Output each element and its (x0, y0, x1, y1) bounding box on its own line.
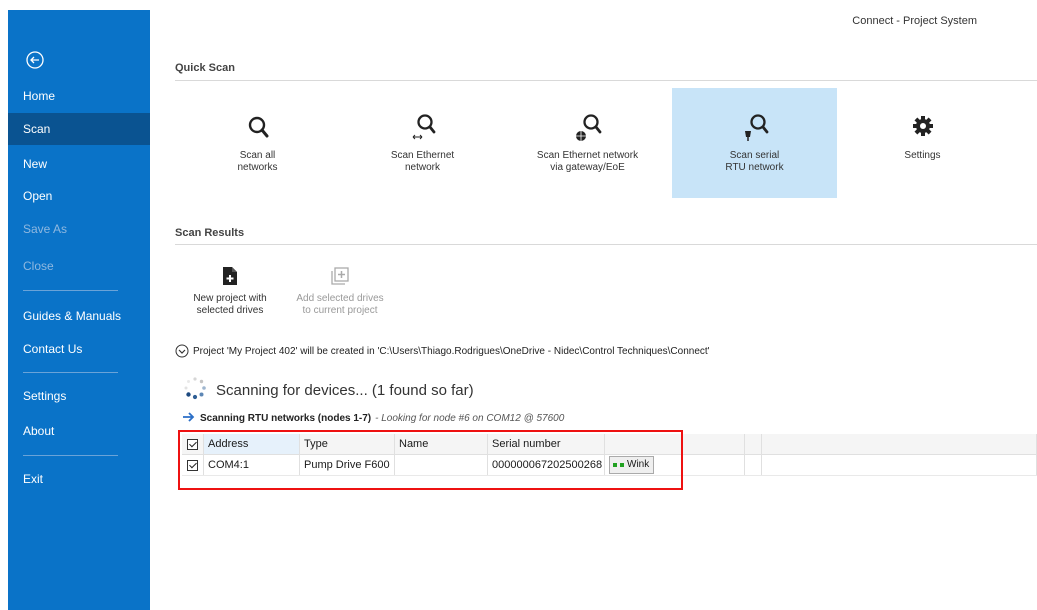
table-row[interactable]: COM4:1 Pump Drive F600 00000006720250026… (182, 455, 1037, 476)
sidebar-item-about[interactable]: About (8, 415, 150, 447)
project-message-text: Project 'My Project 402' will be created… (193, 345, 710, 357)
sidebar-item-guides[interactable]: Guides & Manuals (8, 300, 150, 332)
column-header-type[interactable]: Type (300, 434, 395, 454)
cell-address: COM4:1 (204, 455, 300, 475)
wink-button[interactable]: Wink (609, 456, 655, 474)
add-to-project-icon (329, 265, 351, 287)
tile-label: Scan all (239, 150, 276, 161)
column-header-serial[interactable]: Serial number (488, 434, 605, 454)
action-label: Add selected drives (296, 293, 384, 304)
scan-results-title: Scan Results (175, 227, 245, 239)
add-selected-drives-button: Add selected drives to current project (290, 265, 390, 317)
column-header-empty (605, 434, 745, 454)
sidebar-item-open[interactable]: Open (8, 180, 150, 212)
cell-empty (745, 455, 762, 475)
action-label: to current project (302, 305, 378, 316)
scan-serial-rtu-button[interactable]: Scan serial RTU network (672, 88, 837, 198)
magnifier-ethernet-icon (408, 113, 438, 143)
tile-label: network (404, 162, 440, 173)
sidebar-item-close: Close (23, 259, 54, 273)
top-strip (0, 0, 1037, 10)
tile-label: networks (237, 162, 278, 173)
column-header-name[interactable]: Name (395, 434, 488, 454)
tile-label: Scan Ethernet (390, 150, 455, 161)
gear-icon (908, 113, 938, 143)
tile-label: RTU network (725, 162, 784, 173)
status-led-icon (613, 463, 617, 467)
cell-wink: Wink (605, 455, 745, 475)
rtu-scan-status: Scanning RTU networks (nodes 1-7) - Look… (182, 412, 564, 425)
results-table: Address Type Name Serial number COM4:1 P… (182, 434, 1037, 476)
rtu-status-italic: - Looking for node #6 on COM12 @ 57600 (375, 413, 565, 424)
quick-scan-title: Quick Scan (175, 62, 235, 74)
scanning-status: Scanning for devices... (1 found so far) (182, 375, 474, 406)
section-divider (175, 244, 1037, 245)
cell-serial: 000000067202500268 (488, 455, 605, 475)
sidebar: Home Scan New Open Save As Close Guides … (8, 10, 150, 610)
scan-ethernet-button[interactable]: Scan Ethernet network (340, 88, 505, 198)
section-divider (175, 80, 1037, 81)
action-label: New project with (193, 293, 267, 304)
sidebar-item-home[interactable]: Home (8, 80, 150, 112)
window-title: Connect - Project System (852, 15, 977, 27)
sidebar-item-new[interactable]: New (8, 148, 150, 180)
table-header: Address Type Name Serial number (182, 434, 1037, 455)
cell-name[interactable] (395, 455, 488, 475)
cell-empty (762, 455, 1037, 475)
new-project-button[interactable]: New project with selected drives (180, 265, 280, 317)
magnifier-serial-icon (740, 113, 770, 143)
scanning-text: Scanning for devices... (1 found so far) (216, 382, 474, 399)
sidebar-separator (23, 455, 118, 456)
rtu-status-bold: Scanning RTU networks (nodes 1-7) (200, 413, 372, 424)
column-header-address[interactable]: Address (204, 434, 300, 454)
sidebar-item-exit[interactable]: Exit (8, 463, 150, 495)
tile-label: Scan Ethernet network (536, 150, 639, 161)
scan-all-networks-button[interactable]: Scan all networks (175, 88, 340, 198)
new-file-icon (219, 265, 241, 287)
scan-settings-button[interactable]: Settings (840, 88, 1005, 198)
status-led-icon (620, 463, 624, 467)
sidebar-item-settings[interactable]: Settings (8, 380, 150, 412)
spinner-icon (182, 375, 208, 406)
back-arrow-icon[interactable] (25, 50, 45, 70)
sidebar-item-scan[interactable]: Scan (8, 113, 150, 145)
sidebar-separator (23, 290, 118, 291)
row-checkbox[interactable] (182, 455, 204, 475)
sidebar-item-save-as: Save As (23, 222, 68, 236)
magnifier-icon (243, 113, 273, 143)
tile-label: Scan serial (729, 150, 780, 161)
project-location-message: Project 'My Project 402' will be created… (175, 344, 710, 358)
wink-label: Wink (627, 459, 650, 470)
expand-chevron-icon[interactable] (175, 344, 189, 358)
sidebar-separator (23, 372, 118, 373)
magnifier-globe-icon (573, 113, 603, 143)
sidebar-item-contact[interactable]: Contact Us (8, 333, 150, 365)
action-label: selected drives (196, 305, 264, 316)
column-header-empty (745, 434, 762, 454)
scan-ethernet-gateway-button[interactable]: Scan Ethernet network via gateway/EoE (505, 88, 670, 198)
column-header-empty (762, 434, 1037, 454)
tile-label: via gateway/EoE (550, 162, 625, 173)
arrow-right-icon (182, 412, 196, 425)
cell-type: Pump Drive F600 (300, 455, 395, 475)
select-all-checkbox[interactable] (182, 434, 204, 454)
tile-label: Settings (904, 150, 941, 161)
